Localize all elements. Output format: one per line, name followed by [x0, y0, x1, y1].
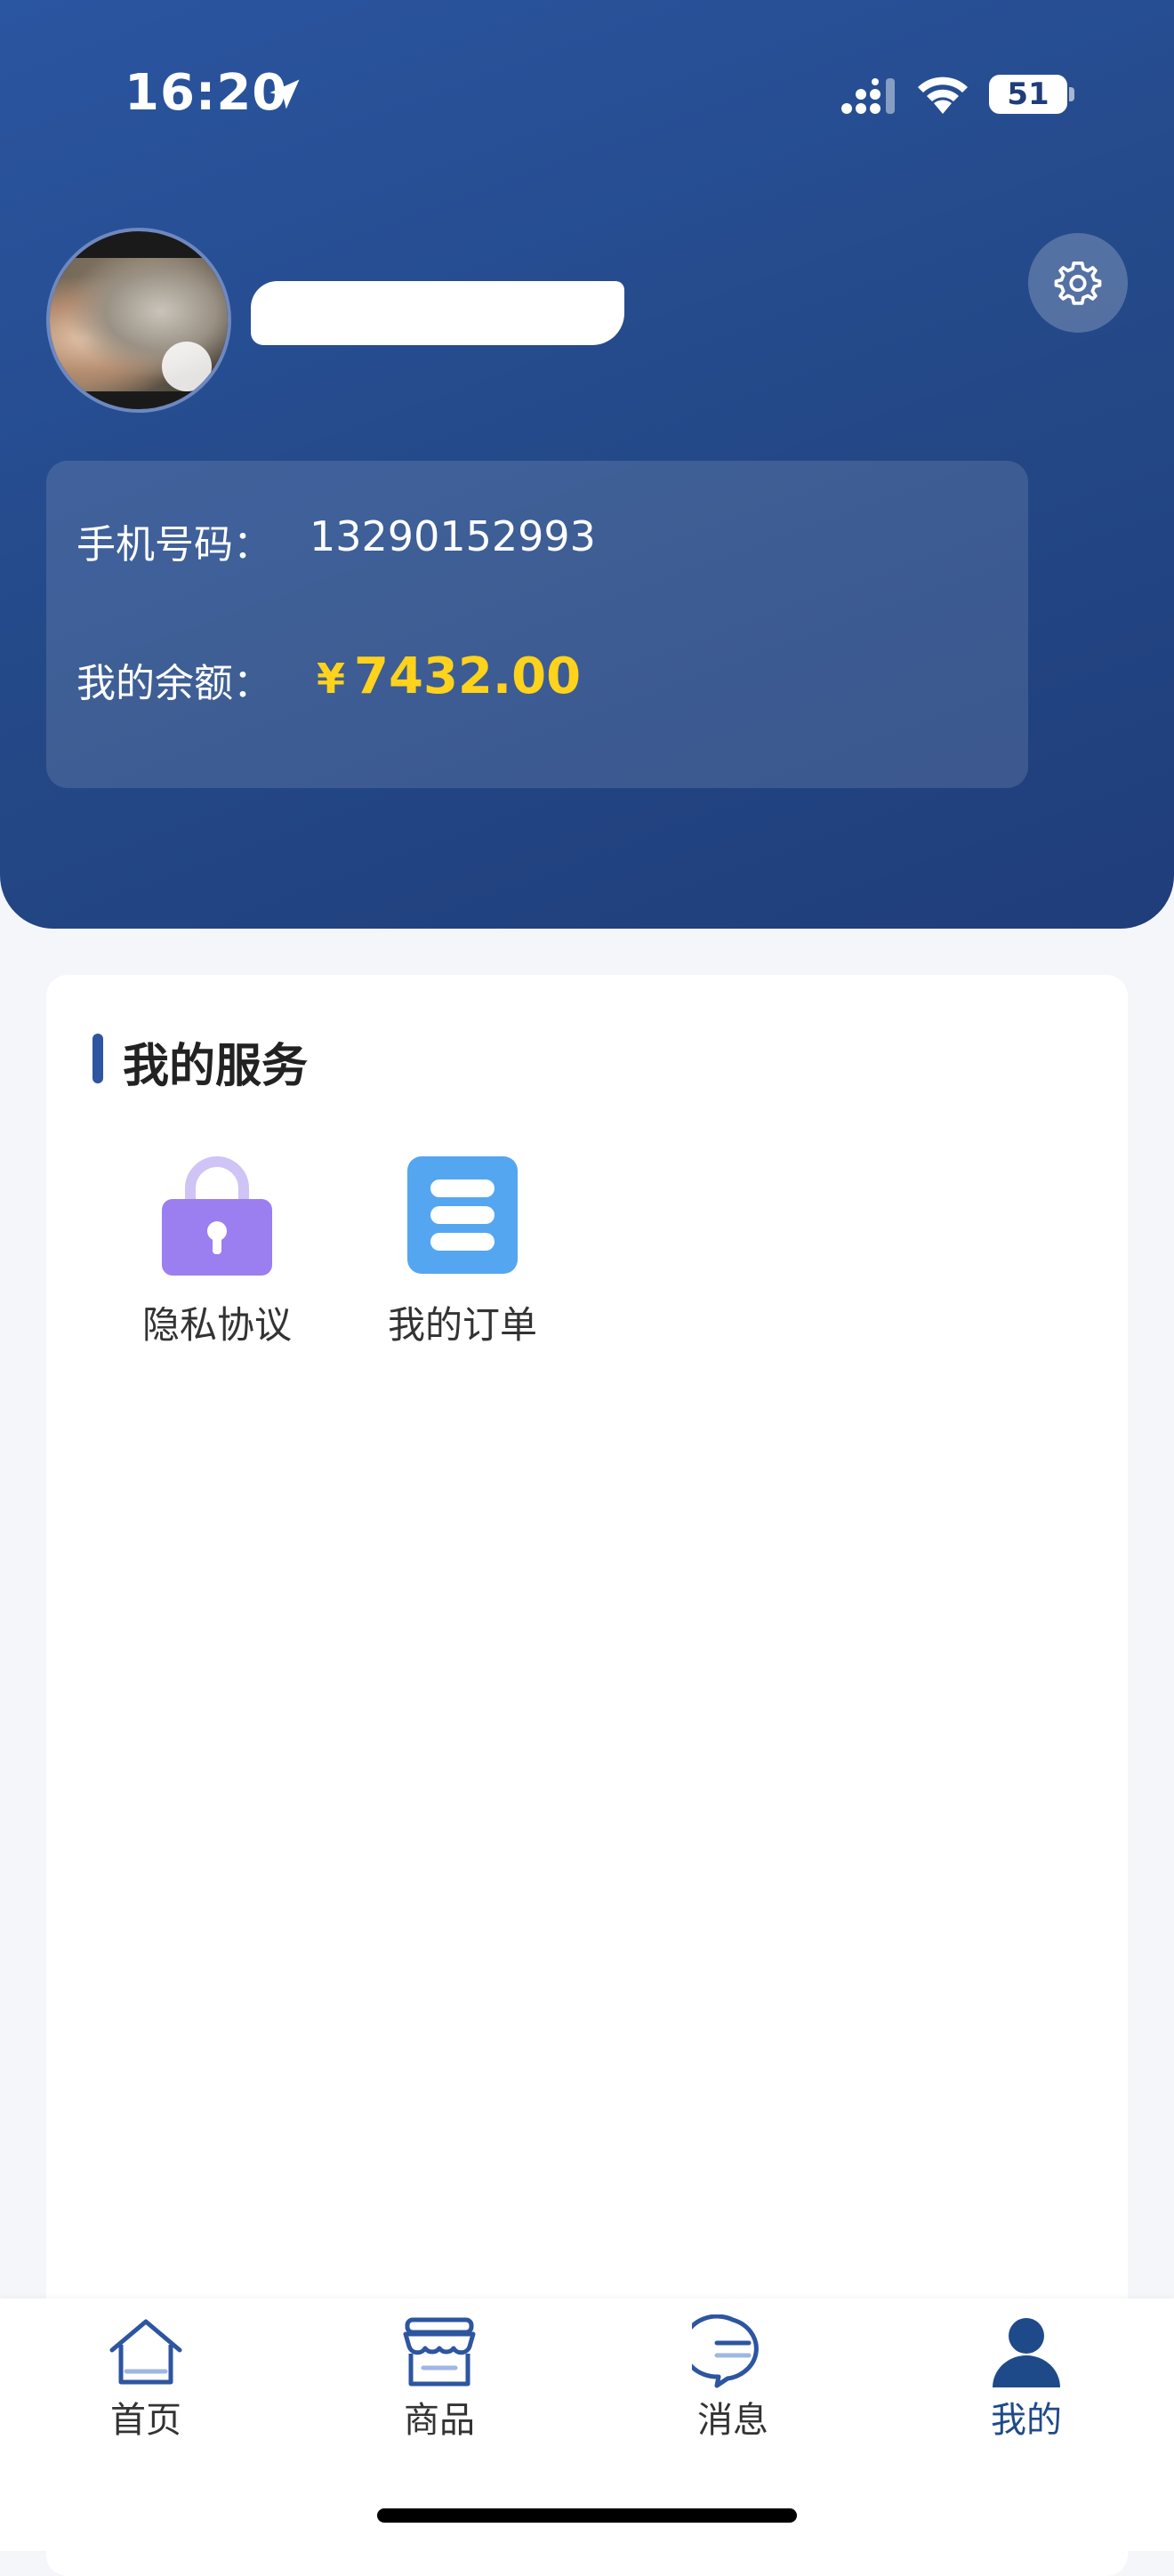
section-accent-bar	[92, 1034, 103, 1083]
tab-messages[interactable]: 消息	[662, 2314, 804, 2443]
balance-value: 7432.00	[354, 648, 582, 705]
balance-label: 我的余额：	[76, 661, 272, 706]
section-title: 我的服务	[123, 1040, 309, 1093]
tab-label: 消息	[697, 2400, 768, 2441]
home-icon	[109, 2319, 182, 2385]
list-icon	[406, 1144, 519, 1277]
currency-symbol: ¥	[317, 655, 346, 703]
avatar-overlay-dot	[162, 342, 212, 391]
lock-icon	[160, 1144, 274, 1277]
tab-label: 我的	[991, 2400, 1062, 2441]
location-arrow-icon	[269, 79, 300, 109]
gear-icon	[1054, 261, 1102, 305]
settings-button[interactable]	[1028, 233, 1128, 333]
service-label: 我的订单	[387, 1303, 537, 1347]
avatar[interactable]	[46, 228, 231, 413]
cellular-signal-icon	[841, 78, 895, 114]
profile-header: 16:20 51 手机号码： 13290152993 我的余额： ¥7432.0…	[0, 0, 1174, 929]
message-icon	[692, 2314, 759, 2388]
status-time: 16:20	[125, 64, 288, 122]
service-my-orders[interactable]: 我的订单	[374, 1144, 551, 1349]
battery-tip	[1069, 87, 1074, 101]
phone-label: 手机号码：	[76, 522, 272, 568]
tab-goods[interactable]: 商品	[368, 2314, 511, 2443]
user-icon	[993, 2318, 1060, 2387]
store-icon	[403, 2317, 476, 2387]
service-label: 隐私协议	[141, 1303, 292, 1347]
balance-amount: ¥7432.00	[317, 648, 581, 705]
service-privacy-policy[interactable]: 隐私协议	[128, 1144, 306, 1349]
tab-label: 商品	[404, 2400, 475, 2441]
phone-value: 13290152993	[310, 512, 596, 560]
tab-home[interactable]: 首页	[75, 2314, 217, 2443]
tab-me[interactable]: 我的	[955, 2314, 1098, 2443]
wifi-icon	[918, 76, 968, 114]
account-info-card: 手机号码： 13290152993 我的余额： ¥7432.00	[46, 461, 1028, 788]
home-indicator[interactable]	[377, 2508, 797, 2523]
battery-level: 51	[1007, 76, 1049, 112]
tab-label: 首页	[110, 2400, 181, 2441]
battery-icon: 51	[989, 75, 1067, 114]
username-redacted	[251, 281, 624, 345]
